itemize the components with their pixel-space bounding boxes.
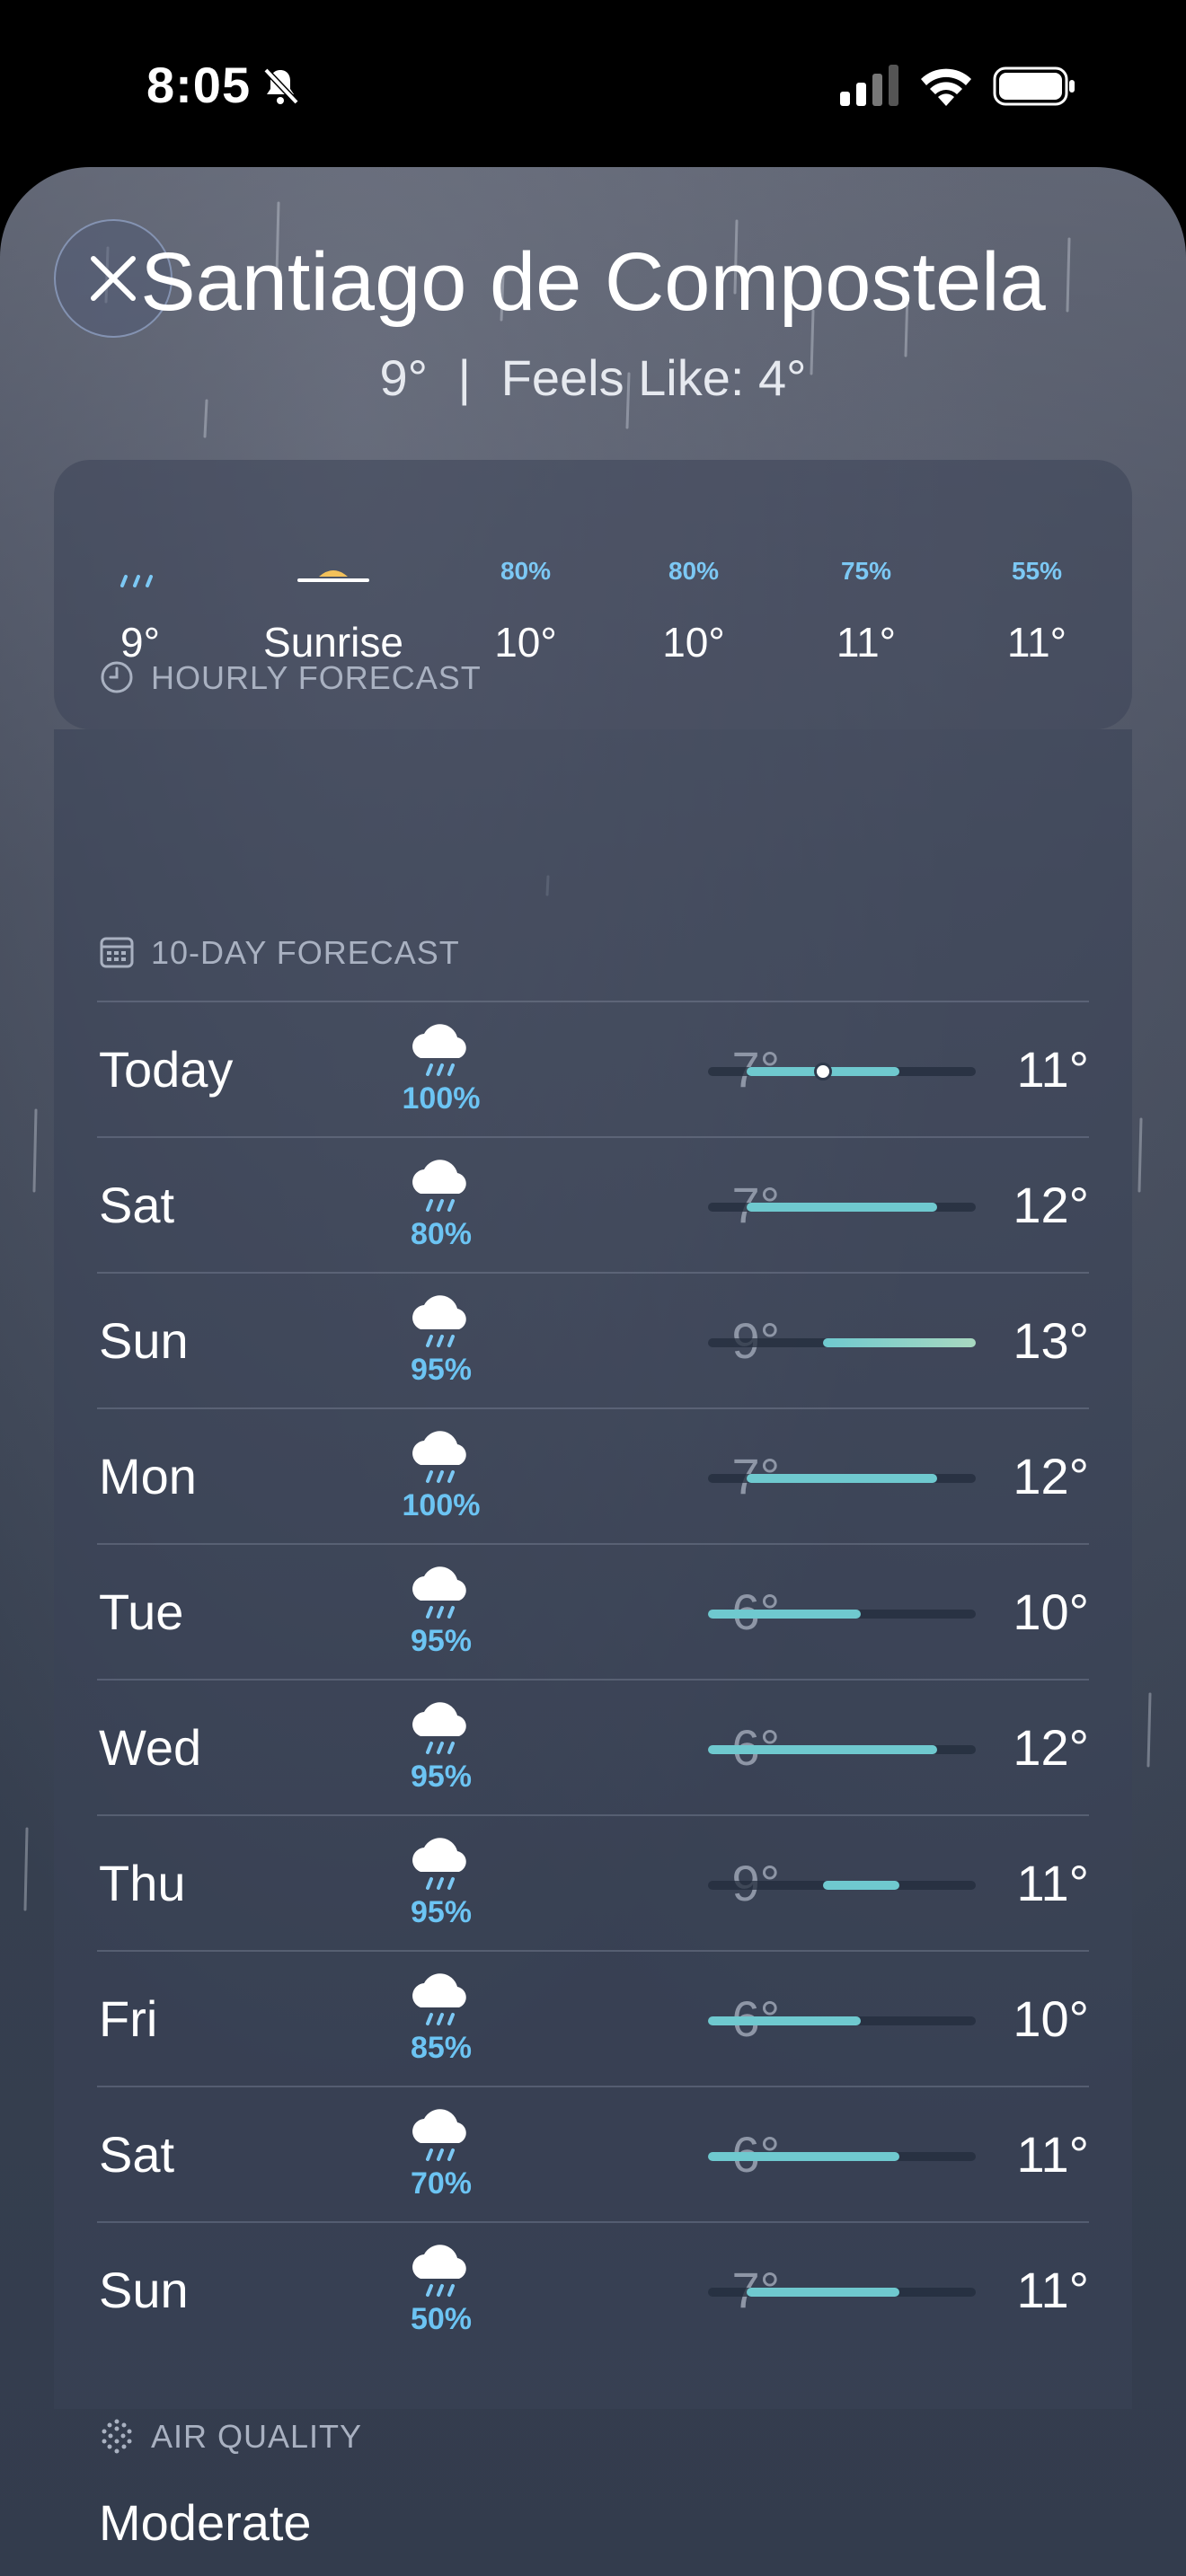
day-label: Tue — [99, 1584, 184, 1640]
separator: | — [457, 349, 472, 406]
temp-range-bar — [708, 1610, 862, 1619]
daily-forecast-row[interactable]: Sat80%7°12° — [97, 1136, 1089, 1274]
day-label: Sat — [99, 1177, 175, 1233]
temp-range-track — [708, 1203, 976, 1212]
hourly-temp: 10° — [494, 619, 557, 666]
temp-range-bar — [822, 1338, 976, 1347]
daily-forecast-row[interactable]: Fri85%6°10° — [97, 1950, 1089, 2087]
high-temp: 12° — [1013, 1448, 1089, 1504]
current-conditions: 9° | Feels Like: 4° — [0, 348, 1186, 407]
cloud-rain-icon — [412, 1973, 466, 2025]
cloud-rain-icon — [412, 1160, 466, 1212]
temp-range-track — [708, 1610, 976, 1619]
feels-like: Feels Like: 4° — [500, 349, 807, 406]
cloud-rain-icon — [412, 2109, 466, 2161]
temp-range-bar — [708, 2016, 862, 2025]
silent-bell-icon — [263, 67, 299, 105]
high-temp: 10° — [1013, 1990, 1089, 2047]
daily-forecast-title: 10-DAY FORECAST — [151, 934, 460, 971]
temp-range-track — [708, 2016, 976, 2025]
day-label: Thu — [99, 1855, 186, 1911]
cloud-rain-icon — [412, 1024, 466, 1076]
hourly-precip-chance: 55% — [1011, 557, 1063, 585]
temp-range-bar — [708, 1745, 938, 1754]
daily-forecast-row[interactable]: Wed95%6°12° — [97, 1679, 1089, 1816]
air-quality-icon — [102, 2419, 132, 2454]
high-temp: 12° — [1013, 1177, 1089, 1233]
high-temp: 11° — [1016, 1041, 1089, 1098]
cellular-signal-icon — [840, 65, 898, 106]
battery-icon — [993, 66, 1075, 106]
daily-forecast-row[interactable]: Sun95%9°13° — [97, 1272, 1089, 1409]
temp-range-bar — [822, 1881, 899, 1890]
current-temp: 9° — [379, 349, 428, 406]
day-label: Today — [99, 1041, 234, 1098]
daily-forecast-row[interactable]: Thu95%9°11° — [97, 1814, 1089, 1952]
cloud-rain-icon — [412, 1838, 466, 1890]
hourly-temp: Sunrise — [263, 619, 403, 666]
hourly-temp: 9° — [120, 619, 160, 666]
day-label: Sun — [99, 1312, 189, 1369]
temp-range-track — [708, 1881, 976, 1890]
air-quality-title: AIR QUALITY — [151, 2418, 363, 2455]
precip-chance: 80% — [410, 1217, 473, 1251]
temp-range-track — [708, 2288, 976, 2297]
day-label: Mon — [99, 1448, 197, 1504]
daily-forecast-row[interactable]: Today100%7°11° — [97, 1001, 1089, 1138]
cloud-rain-icon — [412, 1702, 466, 1754]
precip-chance: 70% — [410, 2166, 473, 2201]
precip-chance: 95% — [410, 1624, 473, 1658]
temp-range-track — [708, 1063, 976, 1081]
high-temp: 12° — [1013, 1719, 1089, 1776]
hourly-temp: 10° — [662, 619, 725, 666]
daily-forecast-row[interactable]: Sat70%6°11° — [97, 2086, 1089, 2223]
calendar-icon — [100, 937, 134, 968]
rain-streaks-icon — [120, 575, 153, 587]
precip-chance: 85% — [410, 2031, 473, 2065]
city-name: Santiago de Compostela — [140, 236, 1046, 328]
cloud-rain-icon — [412, 2245, 466, 2297]
precip-chance: 100% — [402, 1081, 481, 1116]
wifi-icon — [921, 68, 971, 106]
hourly-temp: 11° — [1006, 619, 1067, 666]
daily-forecast-row[interactable]: Mon100%7°12° — [97, 1407, 1089, 1545]
air-quality-value[interactable]: Moderate — [99, 2493, 312, 2552]
temp-range-bar — [746, 1474, 938, 1483]
cloud-rain-icon — [412, 1295, 466, 1347]
temp-range-track — [708, 1338, 976, 1347]
temp-range-bar — [708, 2152, 899, 2161]
precip-chance: 95% — [410, 1760, 473, 1794]
cloud-rain-icon — [412, 1566, 466, 1619]
high-temp: 11° — [1016, 2126, 1089, 2183]
hourly-precip-chance: 80% — [668, 557, 720, 585]
high-temp: 13° — [1013, 1312, 1089, 1369]
day-label: Sat — [99, 2126, 175, 2183]
temp-range-bar — [746, 2288, 899, 2297]
status-bar: 8:05 — [0, 0, 1186, 171]
precip-chance: 50% — [410, 2302, 473, 2336]
sunrise-icon — [297, 570, 369, 582]
day-label: Wed — [99, 1719, 202, 1776]
high-temp: 11° — [1016, 2262, 1089, 2318]
day-label: Fri — [99, 1990, 158, 2047]
high-temp: 10° — [1013, 1584, 1089, 1640]
precip-chance: 100% — [402, 1488, 481, 1522]
temp-range-track — [708, 1474, 976, 1483]
daily-forecast-row[interactable]: Sun50%7°11° — [97, 2221, 1089, 2359]
hourly-precip-chance: 75% — [840, 557, 892, 585]
day-label: Sun — [99, 2262, 189, 2318]
hourly-temp: 11° — [836, 619, 897, 666]
temp-range-track — [708, 2152, 976, 2161]
temp-range-bar — [746, 1203, 938, 1212]
status-time: 8:05 — [146, 57, 252, 113]
daily-forecast-row[interactable]: Tue95%6°10° — [97, 1543, 1089, 1681]
temp-range-track — [708, 1745, 976, 1754]
current-temp-indicator — [813, 1063, 832, 1081]
hourly-precip-chance: 80% — [500, 557, 552, 585]
precip-chance: 95% — [410, 1895, 473, 1929]
high-temp: 11° — [1016, 1855, 1089, 1911]
precip-chance: 95% — [410, 1353, 473, 1387]
cloud-rain-icon — [412, 1431, 466, 1483]
